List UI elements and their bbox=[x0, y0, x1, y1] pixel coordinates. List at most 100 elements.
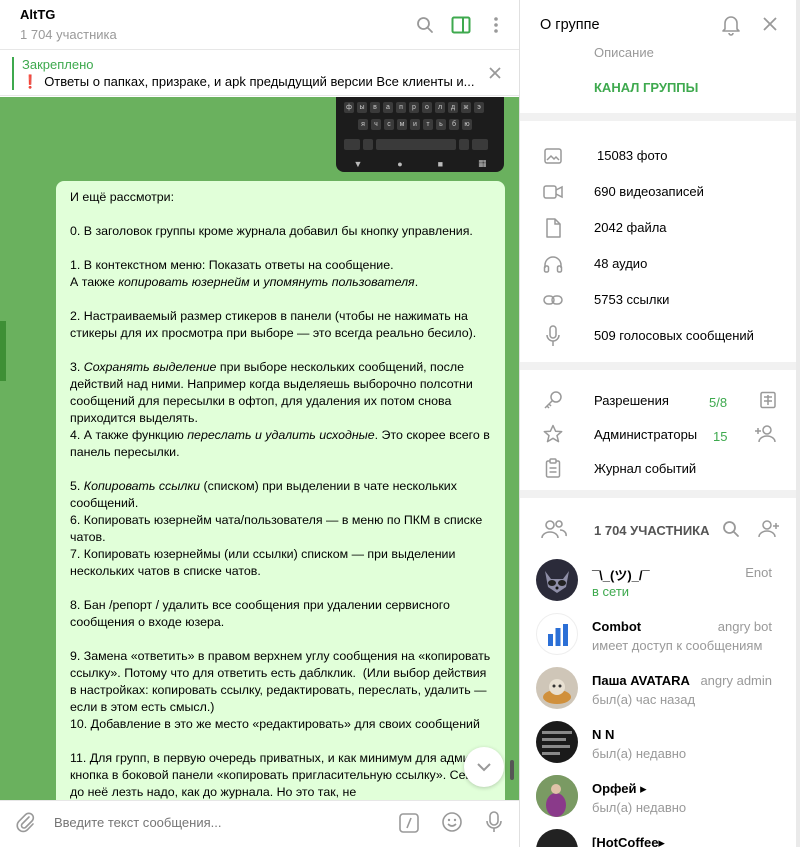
media-count-link[interactable]: 15083 фото bbox=[597, 148, 667, 163]
media-count-link[interactable]: 48 аудио bbox=[594, 256, 647, 271]
message-fragment: 5. bbox=[70, 479, 84, 493]
member-list-item[interactable]: [HotCoffee▸ bbox=[520, 827, 800, 847]
message-input[interactable] bbox=[54, 815, 354, 830]
admin-item-count: 5/8 bbox=[709, 395, 728, 410]
description-label: Описание bbox=[594, 45, 654, 60]
chevron-down-icon bbox=[477, 763, 491, 772]
message-image[interactable]: фывапролджэ ячсмитьбю ▼ ● ■ ▦ bbox=[336, 97, 504, 172]
chat-scrollbar[interactable] bbox=[510, 760, 514, 780]
message-line: 0. В заголовок группы кроме журнала доба… bbox=[70, 224, 473, 238]
message-fragment: . bbox=[414, 275, 419, 289]
avatar[interactable] bbox=[536, 559, 578, 601]
member-list-item[interactable]: ¯\_(ツ)_/¯ в сети Enot bbox=[520, 557, 800, 611]
member-name: Combot bbox=[592, 619, 642, 634]
add-member-icon[interactable] bbox=[755, 519, 779, 539]
panel-scrollbar[interactable] bbox=[796, 0, 800, 847]
microphone-icon[interactable] bbox=[484, 810, 508, 836]
message-line: И ещё рассмотри: bbox=[70, 190, 175, 204]
member-role: angry bot bbox=[717, 619, 772, 634]
avatar[interactable] bbox=[536, 775, 578, 817]
message-line: 5. Копировать ссылки (списком) при выдел… bbox=[70, 478, 494, 512]
keyboard-key: э bbox=[474, 102, 484, 113]
media-count-link[interactable]: 2042 файла bbox=[594, 220, 667, 235]
keyboard-key: л bbox=[435, 102, 445, 113]
message-line: 3. Сохранять выделение при выборе нескол… bbox=[70, 359, 494, 427]
video-icon bbox=[541, 180, 565, 204]
pinned-accent-line bbox=[12, 57, 14, 90]
keyboard-row: фывапролджэ bbox=[344, 102, 484, 113]
member-name: Паша AVATARA bbox=[592, 673, 690, 688]
member-search-icon[interactable] bbox=[722, 520, 742, 540]
media-count-link[interactable]: 690 видеозаписей bbox=[594, 184, 704, 199]
keyboard-key: в bbox=[370, 102, 380, 113]
text-image-avatar-icon bbox=[542, 731, 572, 755]
keyboard-key: м bbox=[397, 119, 407, 130]
message-text: И ещё рассмотри: 0. В заголовок группы кр… bbox=[70, 189, 494, 800]
avatar[interactable] bbox=[536, 667, 578, 709]
message-line: 8. Бан /репорт / удалить все сообщения п… bbox=[70, 598, 454, 629]
close-icon[interactable] bbox=[762, 16, 780, 34]
message-line bbox=[70, 206, 494, 223]
member-status: был(а) час назад bbox=[592, 692, 696, 707]
message-fragment: и bbox=[249, 275, 264, 289]
channel-link[interactable]: КАНАЛ ГРУППЫ bbox=[594, 80, 698, 95]
bell-icon[interactable] bbox=[721, 14, 743, 36]
section-separator bbox=[520, 362, 800, 370]
message-bubble[interactable]: И ещё рассмотри: 0. В заголовок группы кр… bbox=[56, 181, 505, 800]
add-admin-icon[interactable] bbox=[755, 424, 779, 444]
scroll-to-bottom-button[interactable] bbox=[464, 747, 504, 787]
member-list-item[interactable]: N N был(а) недавно bbox=[520, 719, 800, 773]
exclamation-icon: ❗ bbox=[22, 74, 39, 89]
message-line: 1. В контекстном меню: Показать ответы н… bbox=[70, 258, 394, 272]
android-nav-bar: ▼ ● ■ ▦ bbox=[336, 155, 504, 172]
sidebar-toggle-icon[interactable] bbox=[449, 13, 473, 37]
journal-icon bbox=[541, 456, 565, 480]
message-line: 7. Копировать юзернеймы (или ссылки) спи… bbox=[70, 547, 459, 578]
message-line bbox=[70, 240, 494, 257]
admin-item-label[interactable]: Журнал событий bbox=[594, 461, 696, 476]
attach-icon[interactable] bbox=[14, 811, 38, 835]
message-line: 2. Настраиваемый размер стикеров в панел… bbox=[70, 309, 477, 340]
member-status: в сети bbox=[592, 584, 630, 599]
admin-item-label[interactable]: Администраторы bbox=[594, 427, 697, 442]
message-line bbox=[70, 733, 494, 750]
keyboard-row: ячсмитьбю bbox=[358, 119, 472, 130]
message-line: 4. А также функцию переслать и удалить и… bbox=[70, 427, 494, 461]
keyboard-key: ч bbox=[371, 119, 381, 130]
permissions-edit-icon[interactable] bbox=[759, 391, 779, 411]
bot-commands-icon[interactable] bbox=[398, 812, 420, 834]
raccoon-avatar-icon bbox=[545, 571, 569, 593]
group-info-title: О группе bbox=[540, 17, 600, 33]
keyboard-key: я bbox=[358, 119, 368, 130]
photo-icon bbox=[541, 144, 565, 168]
member-list-item[interactable]: Combot имеет доступ к сообщениям angry bot bbox=[520, 611, 800, 665]
keyboard-key: ф bbox=[344, 102, 354, 113]
search-icon[interactable] bbox=[413, 13, 437, 37]
keyboard-key: ы bbox=[357, 102, 367, 113]
admin-item-label[interactable]: Разрешения bbox=[594, 393, 669, 408]
creature-avatar-icon bbox=[543, 679, 571, 704]
chat-member-count[interactable]: 1 704 участника bbox=[20, 27, 117, 42]
close-pinned-icon[interactable] bbox=[483, 61, 507, 85]
pinned-message-text: Ответы о папках, призраке, и apk предыду… bbox=[44, 74, 475, 89]
avatar[interactable] bbox=[536, 721, 578, 763]
nav-back-icon: ▼ bbox=[353, 158, 363, 169]
media-count-link[interactable]: 5753 ссылки bbox=[594, 292, 669, 307]
avatar[interactable] bbox=[536, 829, 578, 847]
avatar[interactable] bbox=[536, 613, 578, 655]
message-emphasis: переслать и удалить исходные bbox=[187, 428, 375, 442]
emoji-icon[interactable] bbox=[441, 811, 465, 835]
chat-title[interactable]: AltTG bbox=[20, 7, 55, 22]
message-line bbox=[70, 342, 494, 359]
member-list-item[interactable]: Орфей ▸ был(а) недавно bbox=[520, 773, 800, 827]
message-line bbox=[70, 291, 494, 308]
pinned-text[interactable]: ❗ Ответы о папках, призраке, и apk предыд… bbox=[22, 74, 482, 90]
chat-header[interactable] bbox=[0, 0, 519, 50]
more-menu-icon[interactable] bbox=[484, 13, 508, 37]
message-line bbox=[70, 461, 494, 478]
message-fragment: А также bbox=[70, 275, 119, 289]
message-line bbox=[70, 580, 494, 597]
chat-edge-indicator bbox=[0, 321, 6, 381]
media-count-link[interactable]: 509 голосовых сообщений bbox=[594, 328, 754, 343]
member-list-item[interactable]: Паша AVATARA был(а) час назад angry admin bbox=[520, 665, 800, 719]
